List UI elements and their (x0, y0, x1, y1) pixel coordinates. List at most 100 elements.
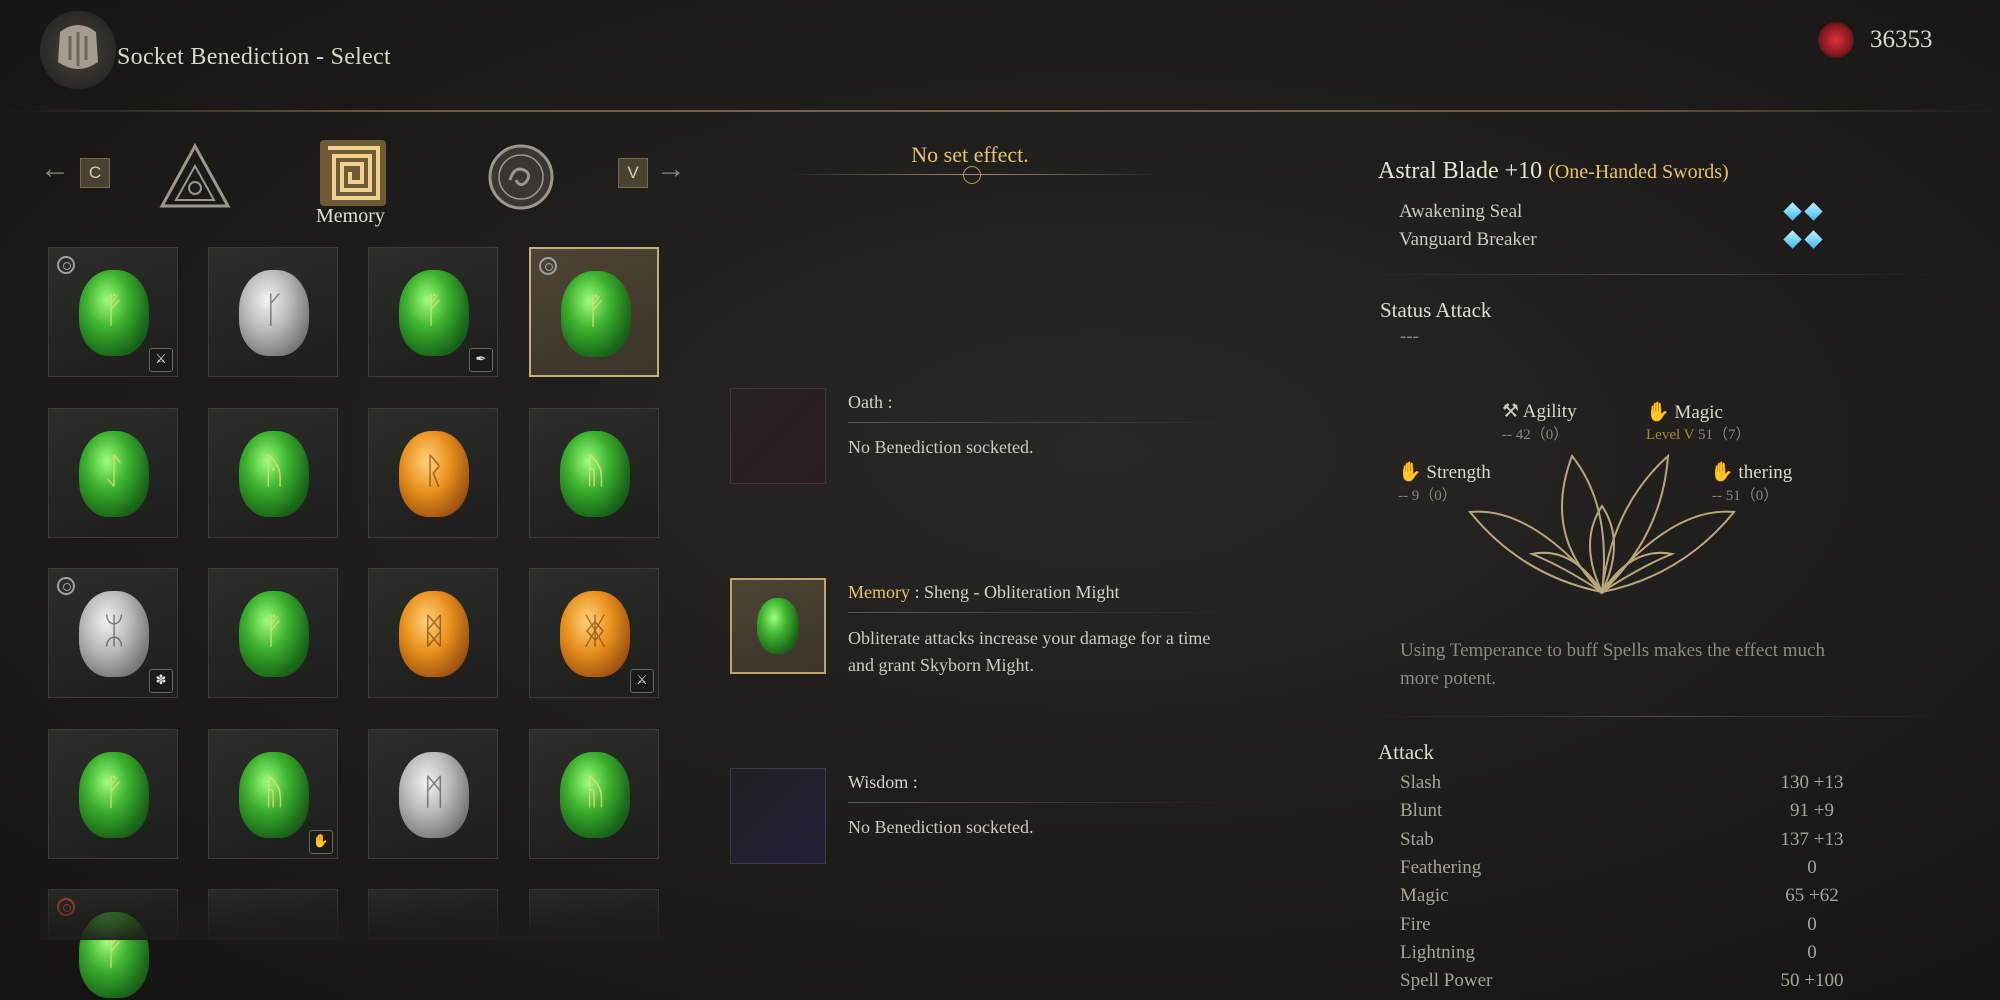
weapon-name: Astral Blade +10 (1378, 158, 1543, 184)
rune-glyph: ᛗ (423, 772, 445, 813)
memory-title: Memory : Sheng - Obliteration Might (848, 582, 1119, 603)
silver-benediction-gem-icon: ᛯ (79, 591, 149, 677)
attack-row-value: 0 (1807, 856, 1817, 878)
equipped-ring-icon (57, 256, 75, 274)
attack-row-label: Spell Power (1400, 970, 1493, 992)
header-divider (0, 110, 2000, 112)
oath-socket[interactable] (730, 388, 826, 484)
gear-icon: ✽ (149, 669, 173, 693)
grid-fade (40, 880, 670, 940)
rune-glyph: ᛇ (103, 451, 125, 492)
memory-divider (848, 612, 1243, 613)
amber-benediction-gem-icon: ᚱ (399, 431, 469, 517)
benediction-slot[interactable]: ᚥ (529, 729, 659, 859)
agility-value: -- 42（0） (1502, 427, 1569, 443)
section-divider (1360, 716, 1950, 717)
attack-row-value: 0 (1807, 941, 1817, 963)
attack-row-value: 130 +13 (1780, 772, 1844, 793)
currency-value: 36353 (1870, 26, 1933, 53)
wisdom-text: No Benediction socketed. (848, 817, 1034, 837)
rune-glyph: ᛤ (584, 611, 606, 652)
feather-icon: ✒ (469, 348, 493, 372)
rune-glyph: ᚡ (585, 291, 607, 332)
equipped-ring-icon (57, 577, 75, 595)
benediction-slot[interactable]: ᛯ ✽ (48, 568, 178, 698)
attack-title: Attack (1378, 740, 1434, 764)
memory-spiral-icon[interactable] (318, 138, 388, 208)
benediction-slot[interactable]: ᚡ (48, 729, 178, 859)
attack-row-value: 50 +100 (1780, 970, 1844, 992)
rune-glyph: ᚡ (263, 611, 285, 652)
arrow-left-icon[interactable]: ← (40, 152, 70, 186)
magic-sub: 51（7） (1694, 427, 1751, 443)
green-benediction-gem-icon: ᚡ (399, 270, 469, 356)
silver-benediction-gem-icon: ᛗ (399, 752, 469, 838)
amber-benediction-gem-icon: ᛥ (399, 591, 469, 677)
diamond-icon (1804, 202, 1823, 221)
benediction-slot[interactable]: ᚥ ✋ (208, 729, 338, 859)
status-attack-value: --- (1400, 326, 1419, 347)
wisdom-socket[interactable] (730, 768, 826, 864)
magic-label: Magic (1674, 402, 1723, 423)
strength-value: -- 9（0） (1398, 488, 1457, 504)
benediction-slot[interactable]: ᛗ (368, 729, 498, 859)
memory-socket[interactable] (730, 578, 826, 674)
set-effect-text: No set effect. (911, 142, 1029, 167)
section-divider (1360, 274, 1950, 275)
benediction-slot[interactable]: ᚡ ⚔ (48, 247, 178, 377)
rune-glyph: ᚴ (263, 290, 285, 331)
stat-thering: ✋ thering (1710, 460, 1792, 484)
benediction-slot[interactable]: ᚥ (529, 408, 659, 538)
hand-icon: ✋ (309, 830, 333, 854)
benediction-slot[interactable]: ᚡ (529, 247, 659, 377)
weapon-type: (One-Handed Swords) (1548, 161, 1729, 183)
sword-icon: ⚔ (630, 669, 654, 693)
arrow-right-icon[interactable]: → (656, 152, 686, 186)
benediction-slot[interactable]: ᚡ (208, 568, 338, 698)
attack-row-value: 137 +13 (1780, 828, 1844, 850)
rune-glyph: ᚤ (263, 451, 285, 492)
amber-benediction-gem-icon: ᛤ (560, 591, 630, 677)
green-benediction-gem-icon: ᛇ (79, 431, 149, 517)
ability-awakening-seal: Awakening Seal (1399, 201, 1523, 222)
status-attack-title: Status Attack (1380, 298, 1492, 322)
stat-magic: ✋ Magic (1646, 400, 1723, 424)
memory-description-2: and grant Skyborn Might. (848, 655, 1034, 675)
benediction-slot[interactable]: ᚴ (208, 247, 338, 377)
rune-glyph: ᚱ (423, 451, 445, 492)
attack-row-label: Lightning (1400, 941, 1475, 963)
rune-glyph: ᛥ (423, 611, 445, 652)
benediction-slot[interactable]: ᛤ ⚔ (529, 568, 659, 698)
green-benediction-gem-icon: ᚥ (560, 431, 630, 517)
wisdom-swirl-icon[interactable] (484, 140, 558, 214)
strength-label: Strength (1426, 462, 1491, 483)
rune-glyph: ᚡ (103, 772, 125, 813)
green-benediction-gem-icon: ᚥ (560, 752, 630, 838)
attack-row-value: 91 +9 (1790, 800, 1834, 822)
benediction-slot[interactable]: ᚱ (368, 408, 498, 538)
description-line-2: more potent. (1400, 668, 1497, 689)
green-benediction-gem-icon: ᚤ (239, 431, 309, 517)
next-category-key[interactable]: V (618, 158, 648, 188)
benediction-slot[interactable]: ᚤ (208, 408, 338, 538)
strength-icon: ✋ (1398, 462, 1422, 483)
ornament-knot-icon (963, 166, 981, 184)
rune-glyph: ᚥ (263, 772, 285, 813)
weapon-title: Astral Blade +10 (One-Handed Swords) (1378, 158, 1729, 185)
stat-strength: ✋ Strength (1398, 460, 1491, 484)
rune-glyph: ᛯ (103, 611, 125, 652)
ability-vanguard-breaker: Vanguard Breaker (1399, 229, 1537, 250)
green-benediction-gem-icon: ᚡ (561, 271, 631, 357)
benediction-slot[interactable]: ᛇ (48, 408, 178, 538)
benediction-slot[interactable]: ᛥ (368, 568, 498, 698)
rune-glyph: ᚡ (103, 290, 125, 331)
attack-row-value: 65 +62 (1785, 885, 1839, 907)
benediction-slot[interactable]: ᚡ ✒ (368, 247, 498, 377)
silver-benediction-gem-icon: ᚴ (239, 270, 309, 356)
prev-category-key[interactable]: C (80, 158, 110, 188)
oath-divider (848, 422, 1243, 423)
agility-icon: ⚒ (1502, 401, 1520, 422)
attack-row-label: Magic (1400, 885, 1449, 907)
oath-triangle-icon[interactable] (158, 140, 232, 214)
wisdom-label: Wisdom : (848, 772, 918, 792)
